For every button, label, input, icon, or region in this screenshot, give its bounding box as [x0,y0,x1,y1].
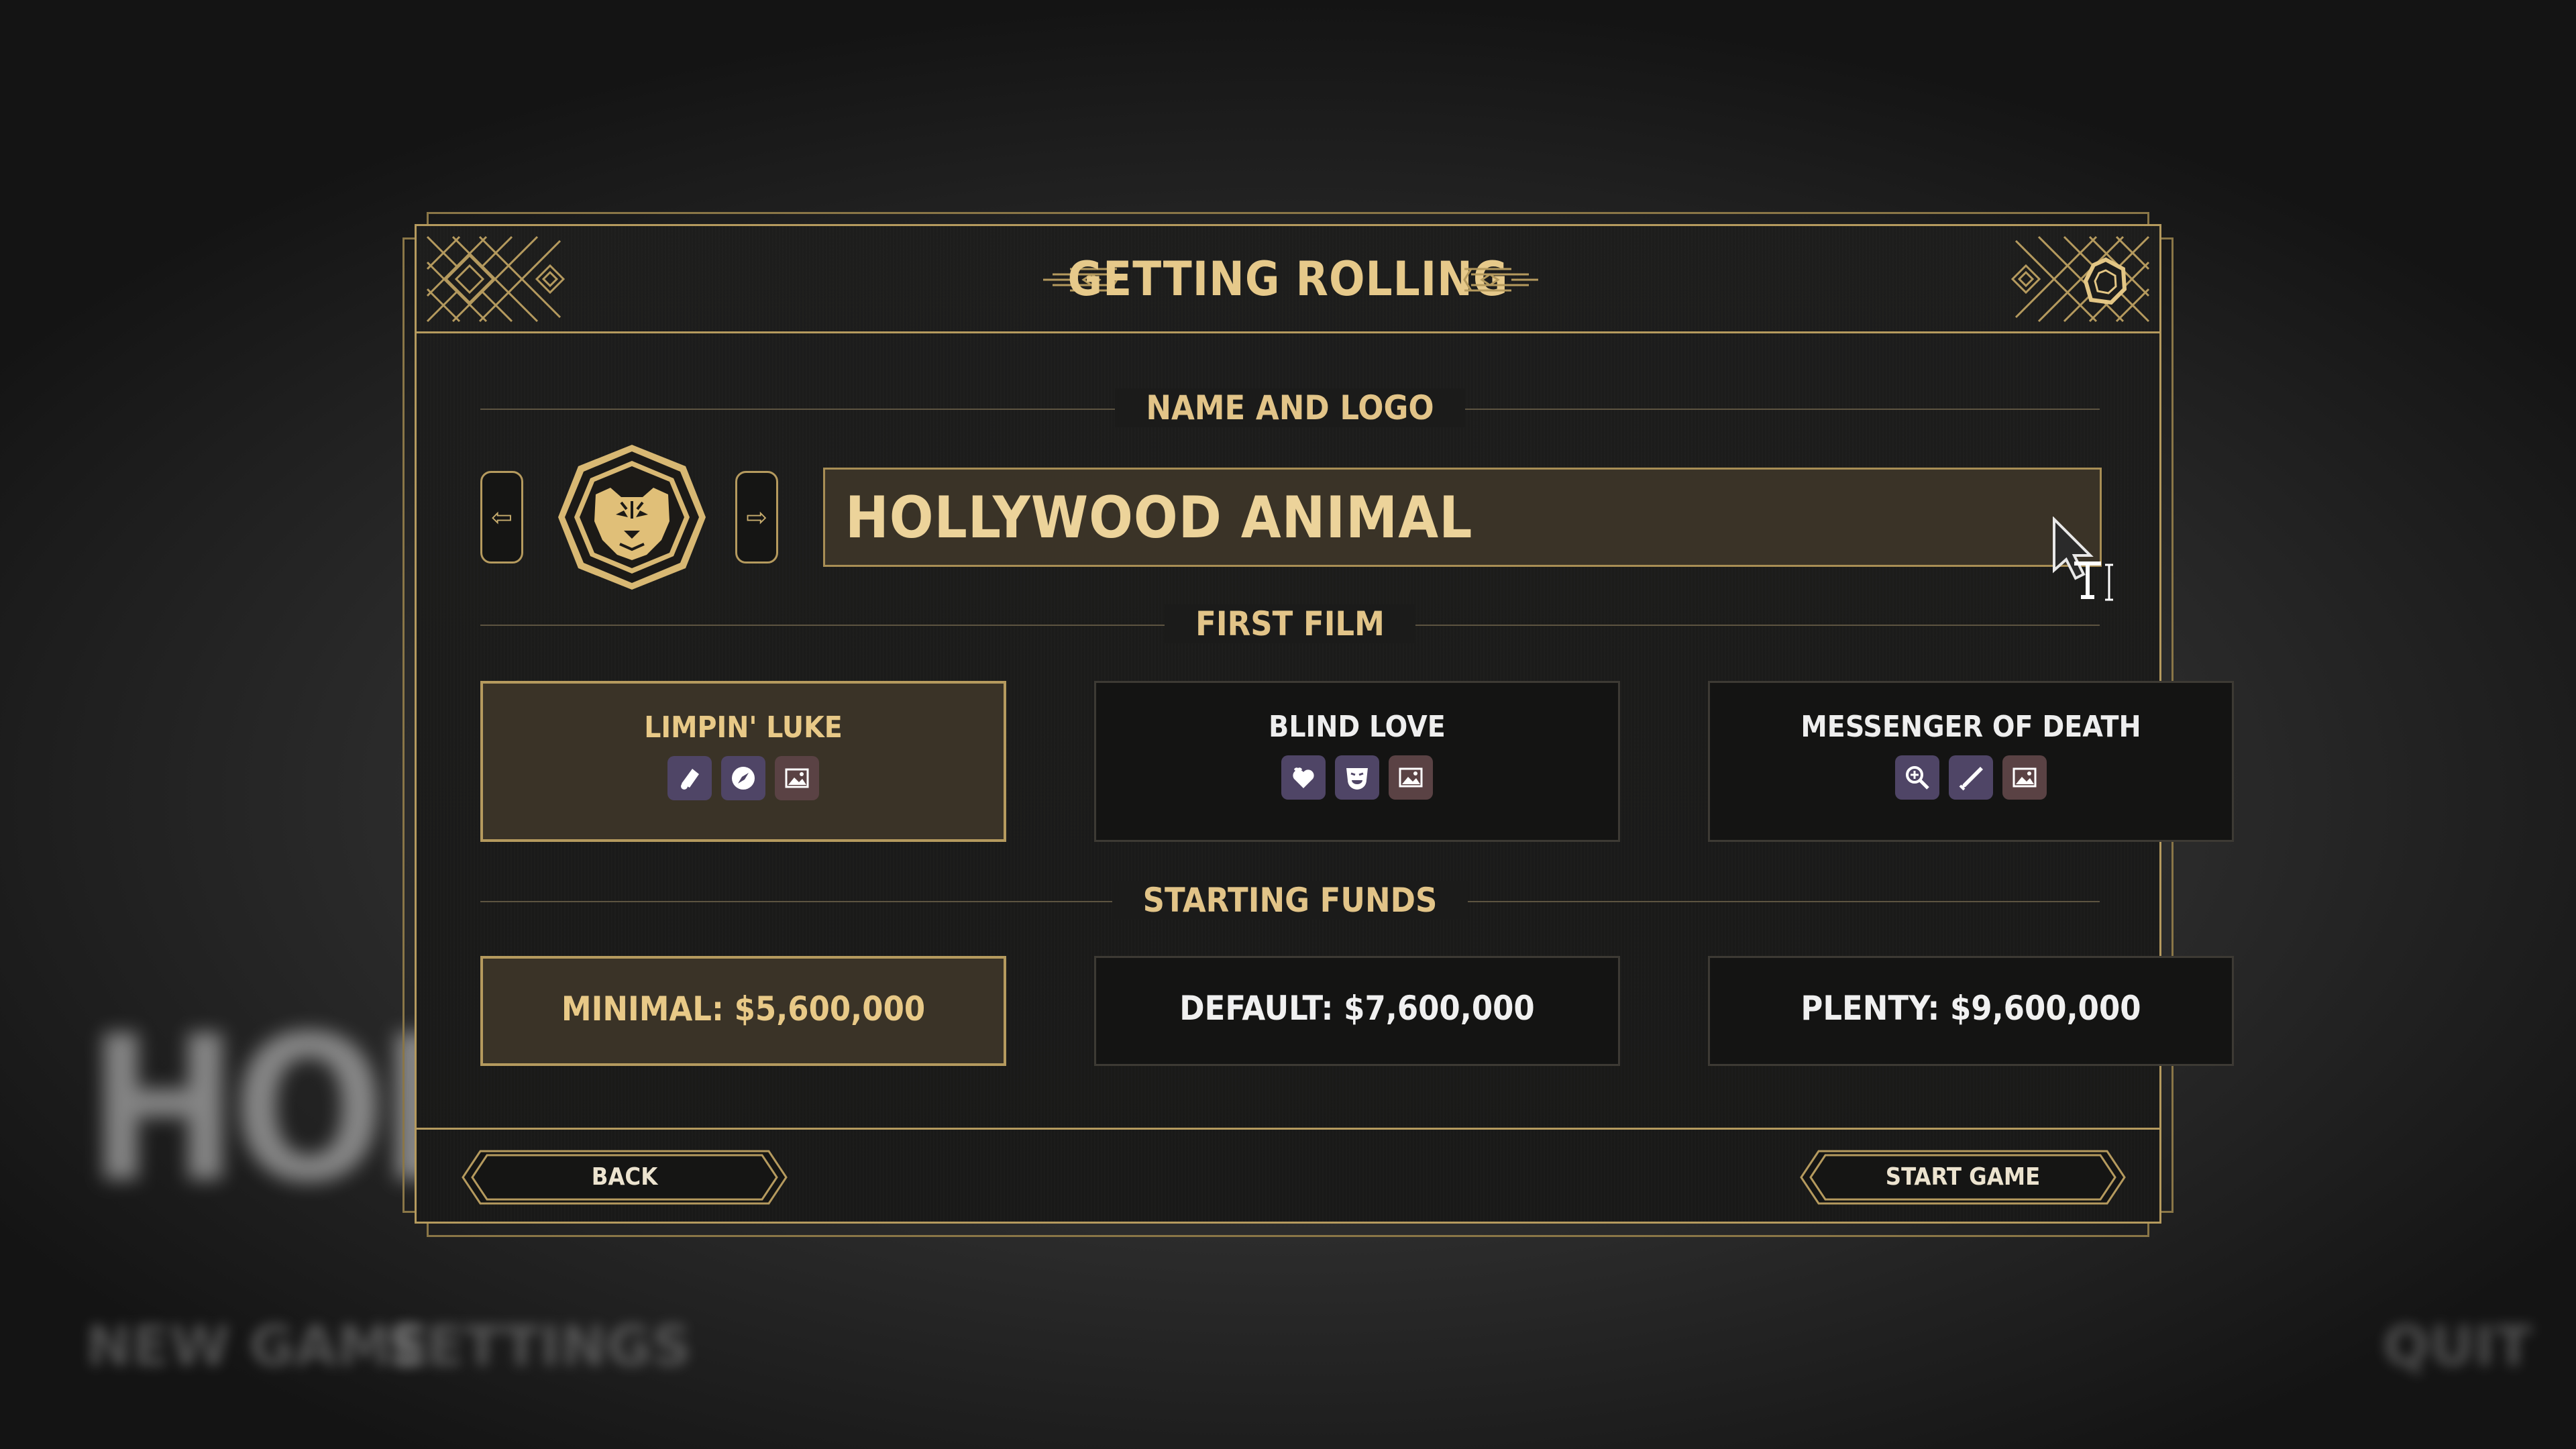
art-icon [2002,755,2047,800]
film-option-messenger-of-death[interactable]: MESSENGER OF DEATH [1708,681,2234,842]
dialog-footer: BACK START GAME [417,1128,2159,1222]
studio-logo-tiger-icon[interactable] [554,439,710,595]
section-starting-funds-label: STARTING FUNDS [480,881,2100,920]
funds-label: MINIMAL: $5,600,000 [561,989,926,1028]
studio-name-input[interactable]: HOLLYWOOD ANIMAL [823,468,2102,567]
funds-option-minimal[interactable]: MINIMAL: $5,600,000 [480,956,1006,1066]
art-icon [1389,755,1433,800]
logo-next-button[interactable]: ⇨ [735,471,778,564]
mouse-cursor-text-icon [2053,517,2113,601]
action-icon [1949,755,1993,800]
start-game-button[interactable]: START GAME [1799,1148,2127,1206]
dialog-header: GETTING ROLLING [417,226,2159,333]
title-flourish-right-icon [1463,268,1538,292]
funds-option-default[interactable]: DEFAULT: $7,600,000 [1094,956,1620,1066]
getting-rolling-dialog: GETTING ROLLING NAME AND LOGO ⇦ ⇨ HOLLYW… [415,224,2234,1224]
funds-label: PLENTY: $9,600,000 [1801,989,2141,1028]
western-icon [667,756,712,800]
detective-icon [1895,755,1939,800]
section-name-and-logo-label: NAME AND LOGO [480,388,2100,427]
film-title: BLIND LOVE [1269,710,1446,744]
back-button-label: BACK [591,1163,658,1191]
drama-icon [1335,755,1379,800]
film-title: MESSENGER OF DEATH [1801,710,2141,744]
back-button[interactable]: BACK [460,1148,789,1206]
arrow-left-icon: ⇦ [491,502,513,532]
film-title: LIMPIN' LUKE [644,710,843,745]
background-menu-settings: SETTINGS [386,1315,692,1379]
adventure-icon [721,756,765,800]
arrow-right-icon: ⇨ [746,502,767,532]
start-game-button-label: START GAME [1885,1163,2041,1191]
background-menu-new-game: NEW GAME [86,1315,430,1379]
art-icon [775,756,819,800]
funds-label: DEFAULT: $7,600,000 [1179,989,1535,1028]
section-first-film-label: FIRST FILM [480,604,2100,643]
film-option-limpin-luke[interactable]: LIMPIN' LUKE [480,681,1006,842]
dialog-title: GETTING ROLLING [1067,252,1509,307]
romance-icon [1281,755,1326,800]
film-option-blind-love[interactable]: BLIND LOVE [1094,681,1620,842]
funds-option-plenty[interactable]: PLENTY: $9,600,000 [1708,956,2234,1066]
background-menu-quit: QUIT [2383,1315,2532,1379]
logo-prev-button[interactable]: ⇦ [480,471,523,564]
